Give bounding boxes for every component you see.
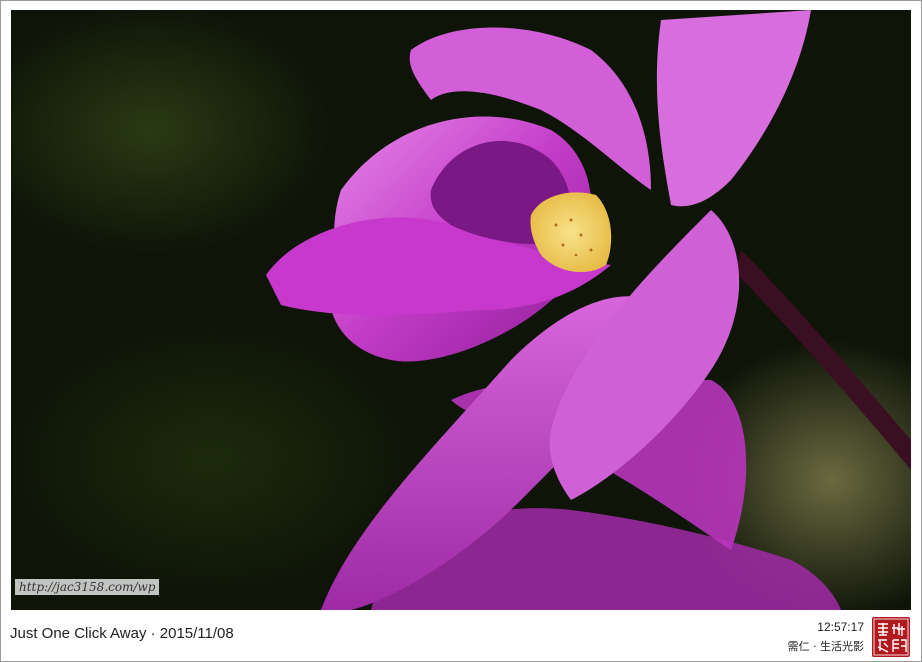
seal-glyphs [873,618,909,656]
stem [735,250,911,470]
author-byline: 需仁 · 生活光影 [787,640,865,653]
photo-caption: Just One Click Away · 2015/11/08 [10,625,234,642]
orchid-illustration [266,10,911,610]
timestamp: 12:57:17 [817,620,864,634]
red-seal-logo [872,617,910,657]
url-watermark: http://jac3158.com/wp [15,579,160,595]
orchid-photo: http://jac3158.com/wp [11,10,911,610]
right-sepal [656,10,811,207]
